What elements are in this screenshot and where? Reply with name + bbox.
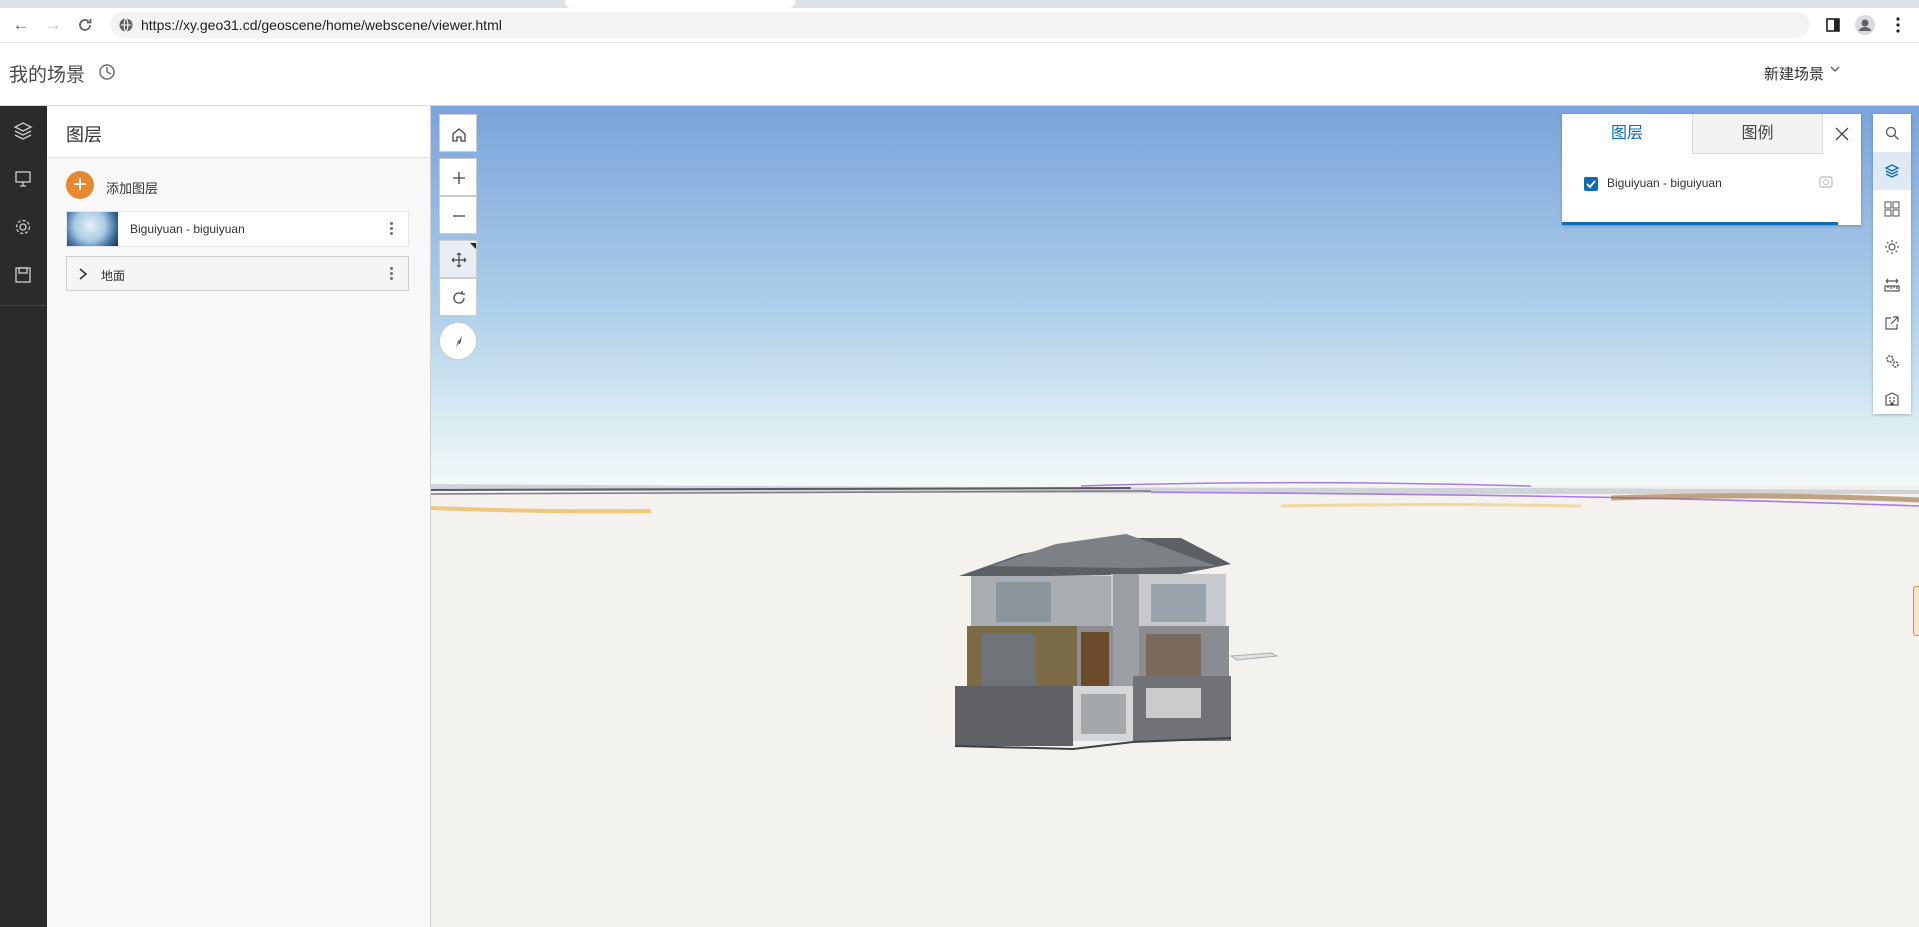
- forward-icon[interactable]: →: [42, 14, 64, 36]
- layer-list-item-label[interactable]: Biguiyuan - biguiyuan: [1607, 176, 1722, 190]
- horizon-terrain: [431, 481, 1919, 514]
- layers-panel: 图层 + 添加图层 Biguiyuan - biguiyuan 地面: [47, 106, 431, 927]
- scene-view[interactable]: 图层 图例 Biguiyuan - biguiyuan: [431, 106, 1919, 927]
- close-icon[interactable]: [1835, 127, 1849, 141]
- basemap-button[interactable]: [1873, 190, 1911, 228]
- share-icon[interactable]: [1884, 315, 1900, 331]
- search-button[interactable]: [1873, 114, 1911, 152]
- layers-panel-header: 图层: [47, 106, 430, 158]
- add-layer-label[interactable]: 添加图层: [106, 178, 158, 197]
- settings-icon[interactable]: [1884, 353, 1900, 369]
- daylight-button[interactable]: [1873, 228, 1911, 266]
- building-explorer-button[interactable]: [1873, 380, 1911, 418]
- url-text[interactable]: https://xy.geo31.cd/geoscene/home/websce…: [141, 17, 502, 33]
- compass-button[interactable]: [439, 322, 477, 360]
- chevron-right-icon[interactable]: [77, 267, 89, 281]
- reload-icon[interactable]: [74, 14, 96, 36]
- tab-layers[interactable]: 图层: [1562, 114, 1692, 154]
- scene-info-icon[interactable]: [97, 62, 117, 82]
- close-button[interactable]: [1822, 114, 1861, 154]
- ground-item[interactable]: 地面: [66, 256, 409, 291]
- zoom-in-icon[interactable]: [450, 169, 468, 187]
- building-icon[interactable]: [1884, 391, 1900, 407]
- layer-list-widget: 图层 图例 Biguiyuan - biguiyuan: [1562, 114, 1861, 225]
- browser-tab-active[interactable]: [565, 0, 795, 8]
- side-panel-icon[interactable]: [1822, 14, 1844, 36]
- pan-button[interactable]: [439, 240, 477, 278]
- search-icon[interactable]: [1884, 125, 1900, 141]
- layer-item[interactable]: Biguiyuan - biguiyuan: [66, 211, 409, 247]
- building-model[interactable]: [931, 516, 1331, 756]
- layers-panel-title: 图层: [66, 125, 102, 145]
- layer-thumbnail: [67, 212, 118, 246]
- layer-visibility-checkbox[interactable]: [1584, 177, 1598, 191]
- share-button[interactable]: [1873, 304, 1911, 342]
- measure-button[interactable]: [1873, 266, 1911, 304]
- chevron-down-icon[interactable]: [1829, 63, 1841, 75]
- measure-icon[interactable]: [1884, 277, 1900, 293]
- layers-icon[interactable]: [12, 120, 34, 142]
- pan-icon[interactable]: [450, 251, 468, 269]
- site-info-icon[interactable]: [118, 17, 134, 33]
- settings-button[interactable]: [1873, 342, 1911, 380]
- ground-options-icon[interactable]: [390, 267, 394, 281]
- ground-label: 地面: [101, 269, 126, 283]
- rotate-icon[interactable]: [450, 289, 468, 307]
- back-icon[interactable]: ←: [10, 14, 32, 36]
- home-button[interactable]: [439, 114, 477, 152]
- layers-icon[interactable]: [1884, 163, 1900, 179]
- layer-scale-icon: [1819, 176, 1833, 188]
- scroll-indicator[interactable]: [1913, 586, 1919, 636]
- layer-name[interactable]: Biguiyuan - biguiyuan: [130, 222, 245, 236]
- basemap-icon[interactable]: [1884, 201, 1900, 217]
- new-scene-button[interactable]: 新建场景: [1764, 63, 1824, 84]
- zoom-out-icon[interactable]: [450, 207, 468, 225]
- rotate-button[interactable]: [439, 278, 477, 316]
- browser-tab-strip: [0, 0, 1919, 8]
- layers-button[interactable]: [1873, 152, 1911, 190]
- browser-toolbar: ← → https://xy.geo31.cd/geoscene/home/we…: [0, 8, 1919, 43]
- checkmark-icon: [1586, 180, 1596, 189]
- settings-icon[interactable]: [12, 216, 34, 238]
- compass-icon[interactable]: [450, 333, 468, 351]
- zoom-out-button[interactable]: [439, 196, 477, 234]
- app-header: 我的场景 新建场景: [0, 43, 1919, 106]
- layer-list-progress: [1562, 222, 1838, 225]
- home-icon[interactable]: [450, 125, 468, 143]
- tab-legend[interactable]: 图例: [1692, 114, 1822, 154]
- rail-divider: [0, 305, 47, 306]
- daylight-icon[interactable]: [1884, 239, 1900, 255]
- corner-indicator-icon: [470, 243, 476, 249]
- save-icon[interactable]: [12, 264, 34, 286]
- page-title: 我的场景: [9, 65, 86, 86]
- plus-icon[interactable]: +: [66, 171, 94, 199]
- layer-options-icon[interactable]: [390, 222, 394, 236]
- left-rail: [0, 106, 47, 927]
- profile-avatar-icon[interactable]: [1854, 14, 1876, 36]
- browser-menu-icon[interactable]: [1887, 14, 1909, 36]
- presentation-icon[interactable]: [12, 168, 34, 190]
- address-bar[interactable]: https://xy.geo31.cd/geoscene/home/websce…: [110, 12, 1810, 38]
- zoom-in-button[interactable]: [439, 158, 477, 196]
- right-toolbar: [1873, 114, 1911, 414]
